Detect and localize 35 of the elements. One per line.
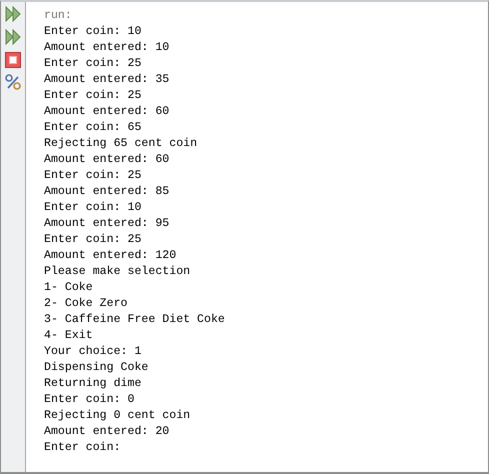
output-line: 3- Caffeine Free Diet Coke [44,312,226,328]
settings-button[interactable] [3,73,23,92]
output-line: Amount entered: 85 [44,184,170,200]
output-line: Enter coin: 25 [44,232,142,248]
output-line: Amount entered: 10 [44,40,170,56]
output-line: Amount entered: 120 [44,248,178,264]
double-arrow-icon [5,6,21,22]
output-line: Amount entered: 35 [44,72,170,88]
output-line: Dispensing Coke [44,360,150,376]
output-line: Enter coin: [44,440,122,456]
output-line: Enter coin: 25 [44,88,142,104]
double-arrow-icon [5,28,21,44]
output-line: Enter coin: 65 [44,120,142,136]
output-line: Enter coin: 10 [44,200,142,216]
output-line: Amount entered: 20 [44,424,170,440]
output-line: Amount entered: 60 [44,104,170,120]
output-line: Please make selection [44,264,192,280]
stop-button[interactable] [3,50,23,69]
output-line: 1- Coke [44,280,94,296]
output-line: Your choice: 1 [44,344,142,360]
output-line: Rejecting 65 cent coin [44,136,198,152]
output-line: 2- Coke Zero [44,296,128,312]
output-line: Rejecting 0 cent coin [44,408,192,424]
output-line: run: [44,8,73,24]
output-line: Enter coin: 25 [44,56,142,72]
output-line: Amount entered: 95 [44,216,170,232]
stop-icon [5,52,21,68]
output-line: Enter coin: 25 [44,168,142,184]
output-line: Amount entered: 60 [44,152,170,168]
rerun-button[interactable] [3,27,23,46]
output-line: Enter coin: 0 [44,392,136,408]
output-line: Enter coin: 10 [44,24,142,40]
rerun-button[interactable] [3,4,23,23]
output-line: 4- Exit [44,328,94,344]
output-line: Returning dime [44,376,142,392]
